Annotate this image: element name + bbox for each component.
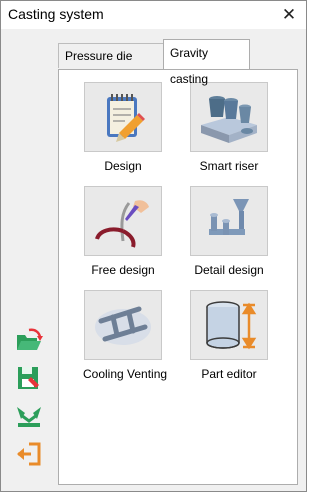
design-label: Design — [104, 159, 142, 173]
free-design-label: Free design — [91, 263, 155, 277]
part-editor-button[interactable] — [190, 290, 268, 360]
exit-icon — [17, 442, 41, 466]
gravity-casting-panel: Design Smart riser Free design Detail de… — [58, 69, 298, 485]
save-button[interactable] — [15, 365, 43, 391]
part-editor-tool[interactable]: Part editor — [189, 290, 269, 381]
hand-drawing-icon — [95, 200, 149, 248]
casting-type-tabs: Pressure die casting Gravity casting — [58, 39, 298, 88]
casting-system-window: Casting system ✕ Pressure die casting Gr… — [0, 0, 307, 492]
save-icon — [18, 367, 39, 389]
cooling-venting-tool[interactable]: Cooling Venting — [83, 290, 168, 381]
cylinder-dimension-icon — [206, 301, 257, 350]
free-design-tool[interactable]: Free design — [83, 186, 163, 277]
detail-design-button[interactable] — [190, 186, 268, 256]
open-folder-button[interactable] — [15, 327, 43, 353]
smart-riser-button[interactable] — [190, 82, 268, 152]
open-folder-icon — [17, 328, 43, 350]
detail-design-tool[interactable]: Detail design — [189, 186, 269, 277]
smart-riser-label: Smart riser — [199, 159, 259, 173]
notepad-pencil-icon — [107, 94, 145, 142]
runner-system-icon — [209, 199, 249, 235]
design-button[interactable] — [84, 82, 162, 152]
close-button[interactable]: ✕ — [278, 4, 300, 26]
riser-casting-icon — [201, 96, 257, 143]
recycle-button[interactable] — [15, 403, 43, 429]
detail-design-label: Detail design — [194, 263, 264, 277]
part-editor-label: Part editor — [201, 367, 257, 381]
recycle-icon — [17, 407, 41, 427]
window-title: Casting system — [8, 6, 104, 22]
design-tool[interactable]: Design — [83, 82, 163, 173]
cooling-venting-label: Cooling Venting — [83, 367, 168, 381]
title-bar: Casting system ✕ — [1, 1, 306, 29]
tab-gravity-casting[interactable]: Gravity casting — [163, 39, 250, 86]
smart-riser-tool[interactable]: Smart riser — [189, 82, 269, 173]
exit-button[interactable] — [15, 441, 43, 467]
free-design-button[interactable] — [84, 186, 162, 256]
cooling-pipes-icon — [95, 306, 151, 345]
tab-pressure-die-casting[interactable]: Pressure die casting — [58, 43, 164, 88]
cooling-venting-button[interactable] — [84, 290, 162, 360]
